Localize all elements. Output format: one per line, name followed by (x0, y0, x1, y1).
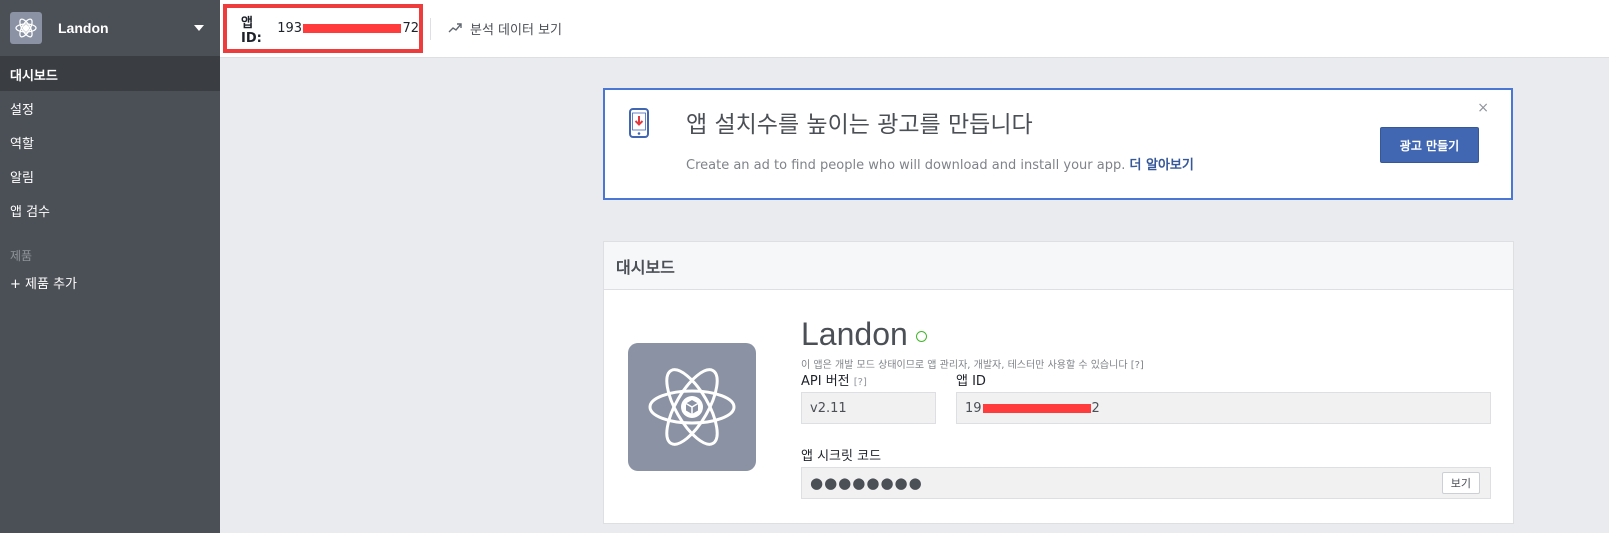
redaction-mark (982, 403, 1091, 413)
sidebar-item-roles[interactable]: 역할 (0, 125, 220, 159)
app-atom-icon-large (628, 343, 756, 471)
divider (430, 18, 431, 40)
app-name: Landon (58, 20, 109, 36)
dashboard-panel: 대시보드 Landon 이 앱은 개발 모드 상태이므로 앱 관리자, 개발자,… (603, 241, 1514, 524)
dev-mode-note: 이 앱은 개발 모드 상태이므로 앱 관리자, 개발자, 테스터만 사용할 수 … (801, 360, 1144, 371)
api-version-label: API 버전 [?] (801, 370, 867, 389)
learn-more-link[interactable]: 더 알아보기 (1130, 158, 1194, 173)
api-version-label-text: API 버전 (801, 374, 850, 389)
ad-description-text: Create an ad to find people who will dow… (686, 158, 1126, 173)
redaction-mark (303, 24, 402, 33)
top-bar: 앱 ID: 193 72 분석 데이터 보기 (220, 0, 1609, 58)
trend-up-icon (448, 23, 462, 33)
app-title: Landon (801, 316, 927, 353)
app-id-suffix: 72 (402, 21, 419, 36)
sidebar-item-alerts[interactable]: 알림 (0, 159, 220, 193)
app-id-field-prefix: 19 (965, 400, 982, 416)
api-version-field: v2.11 (801, 392, 936, 424)
help-link[interactable]: [?] (854, 377, 867, 388)
phone-download-icon (629, 108, 649, 138)
app-secret-label: 앱 시크릿 코드 (801, 449, 882, 464)
ad-description: Create an ad to find people who will dow… (686, 154, 1194, 173)
add-product-link[interactable]: + 제품 추가 (0, 265, 220, 299)
app-id-label: 앱 ID: (241, 15, 262, 46)
app-atom-icon (10, 12, 42, 44)
sidebar-item-settings[interactable]: 설정 (0, 91, 220, 125)
create-ad-button[interactable]: 광고 만들기 (1380, 127, 1479, 163)
panel-heading: 대시보드 (604, 242, 1513, 290)
status-dot-icon (915, 331, 927, 343)
app-id-prefix: 193 (277, 21, 303, 36)
ad-promo-card: 앱 설치수를 높이는 광고를 만듭니다 Create an ad to find… (603, 88, 1513, 200)
sidebar-item-app-review[interactable]: 앱 검수 (0, 193, 220, 227)
close-icon[interactable]: × (1477, 100, 1489, 116)
sidebar-item-dashboard[interactable]: 대시보드 (0, 57, 220, 91)
chevron-down-icon[interactable] (194, 25, 204, 31)
sidebar: Landon 대시보드 설정 역할 알림 앱 검수 제품 + 제품 추가 (0, 0, 220, 533)
ad-title: 앱 설치수를 높이는 광고를 만듭니다 (686, 112, 1033, 138)
analytics-label: 분석 데이터 보기 (470, 22, 562, 38)
view-analytics-link[interactable]: 분석 데이터 보기 (448, 0, 562, 56)
section-label-products: 제품 (10, 248, 33, 263)
app-id-display: 앱 ID: 193 72 (223, 4, 423, 53)
show-secret-button[interactable]: 보기 (1441, 472, 1480, 494)
app-secret-field[interactable]: ●●●●●●●● 보기 (801, 467, 1491, 499)
app-id-field-suffix: 2 (1091, 400, 1100, 416)
app-switcher[interactable]: Landon (0, 0, 220, 57)
secret-value: ●●●●●●●● (810, 474, 923, 492)
app-id-field-label: 앱 ID (956, 374, 986, 389)
app-id-field[interactable]: 19 2 (956, 392, 1491, 424)
app-title-text: Landon (801, 316, 908, 352)
